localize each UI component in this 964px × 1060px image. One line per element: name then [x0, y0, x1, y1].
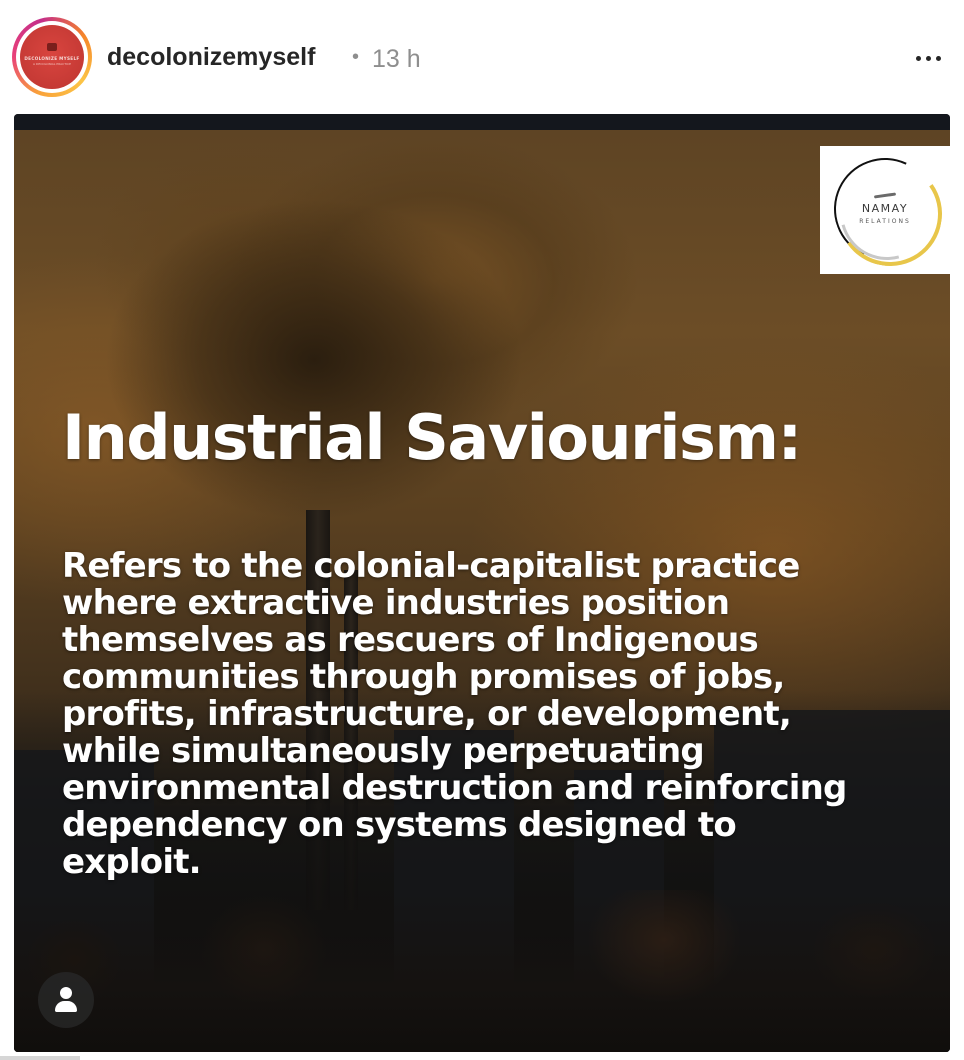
more-options-button[interactable] — [904, 40, 952, 76]
tree-line — [14, 890, 950, 1052]
avatar-text: DECOLONIZE MYSELF — [24, 56, 80, 61]
separator-dot: • — [352, 46, 360, 68]
definition-line: environmental destruction and reinforcin… — [62, 768, 847, 808]
logo-title: NAMAY — [861, 202, 909, 215]
image-definition: Refers to the colonial-capitalist practi… — [62, 548, 942, 881]
definition-line: communities through promises of jobs, — [62, 657, 785, 697]
post-timestamp[interactable]: 13 h — [372, 45, 421, 74]
user-tag-icon — [60, 987, 72, 999]
media-top-bar — [14, 114, 950, 130]
namay-relations-logo: NAMAY RELATIONS — [819, 143, 950, 278]
avatar-subtext: A DECOLONIAL PRACTICE — [33, 62, 71, 66]
story-ring[interactable]: DECOLONIZE MYSELF A DECOLONIAL PRACTICE — [12, 17, 92, 97]
post-header: DECOLONIZE MYSELF A DECOLONIAL PRACTICE … — [0, 0, 964, 112]
post-image: NAMAY RELATIONS Industrial Saviourism: R… — [14, 130, 950, 1052]
definition-line: where extractive industries position — [62, 583, 730, 623]
logo-subtitle: RELATIONS — [859, 218, 911, 225]
scroll-hint — [0, 1056, 80, 1060]
instagram-post: DECOLONIZE MYSELF A DECOLONIAL PRACTICE … — [0, 0, 964, 1060]
more-horizontal-icon — [915, 55, 921, 61]
image-headline: Industrial Saviourism: — [62, 401, 802, 474]
avatar-logo-icon — [47, 43, 57, 51]
definition-line: themselves as rescuers of Indigenous — [62, 620, 759, 660]
post-media[interactable]: NAMAY RELATIONS Industrial Saviourism: R… — [14, 114, 950, 1052]
definition-line: profits, infrastructure, or development, — [62, 694, 792, 734]
definition-line: dependency on systems designed to — [62, 805, 737, 845]
definition-line: exploit. — [62, 842, 202, 882]
definition-line: Refers to the colonial-capitalist practi… — [62, 546, 800, 586]
tagged-users-button[interactable] — [38, 972, 94, 1028]
definition-line: while simultaneously perpetuating — [62, 731, 705, 771]
avatar[interactable]: DECOLONIZE MYSELF A DECOLONIAL PRACTICE — [20, 25, 84, 89]
username-link[interactable]: decolonizemyself — [107, 43, 315, 72]
